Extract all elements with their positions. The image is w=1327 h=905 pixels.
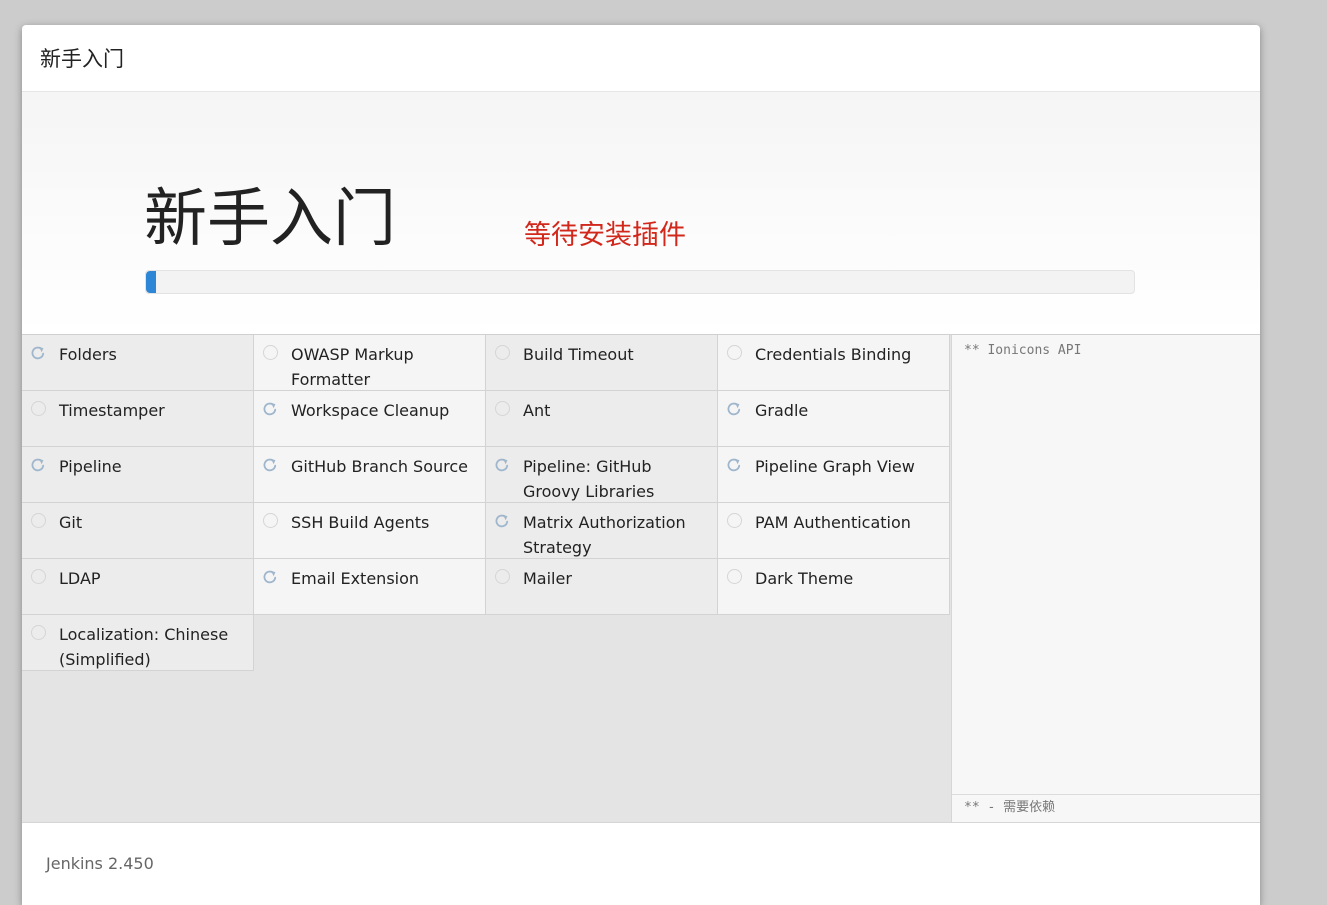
plugin-list: Folders OWASP Markup Formatter Build Timeo…	[22, 335, 951, 671]
dialog-footer: Jenkins 2.450	[22, 822, 1260, 905]
empty-circle-icon	[31, 513, 46, 528]
page-title: 新手入门	[144, 182, 396, 255]
plugin-item: Pipeline Graph View	[718, 447, 950, 503]
plugin-name: Git	[59, 513, 83, 532]
log-line: ** Ionicons API	[964, 343, 1082, 358]
plugin-item: OWASP Markup Formatter	[254, 335, 486, 391]
plugin-item: Workspace Cleanup	[254, 391, 486, 447]
refresh-icon	[495, 514, 509, 528]
plugin-name: LDAP	[59, 569, 101, 588]
empty-circle-icon	[31, 569, 46, 584]
empty-circle-icon	[727, 345, 742, 360]
plugin-name: Localization: Chinese (Simplified)	[59, 625, 229, 669]
plugin-name: OWASP Markup Formatter	[291, 345, 414, 389]
empty-circle-icon	[495, 401, 510, 416]
plugin-name: Dark Theme	[755, 569, 854, 588]
plugin-name: Pipeline Graph View	[755, 457, 915, 476]
empty-circle-icon	[727, 569, 742, 584]
install-log-panel[interactable]: ** Ionicons API ** - 需要依赖	[951, 335, 1260, 822]
install-status-text: 等待安装插件	[524, 220, 686, 251]
plugin-item: SSH Build Agents	[254, 503, 486, 559]
refresh-icon	[31, 346, 45, 360]
plugin-item: GitHub Branch Source	[254, 447, 486, 503]
refresh-icon	[727, 458, 741, 472]
plugin-item: Ant	[486, 391, 718, 447]
jenkins-version: Jenkins 2.450	[46, 854, 154, 873]
install-progress-panel: 新手入门 等待安装插件	[22, 92, 1260, 335]
install-progress-fill	[146, 271, 156, 293]
refresh-icon	[263, 570, 277, 584]
plugin-item: Localization: Chinese (Simplified)	[22, 615, 254, 671]
refresh-icon	[31, 458, 45, 472]
plugin-item: Pipeline: GitHub Groovy Libraries	[486, 447, 718, 503]
plugin-item: Folders	[22, 335, 254, 391]
refresh-icon	[727, 402, 741, 416]
plugin-name: PAM Authentication	[755, 513, 911, 532]
plugin-item: Credentials Binding	[718, 335, 950, 391]
plugin-name: Pipeline	[59, 457, 122, 476]
refresh-icon	[263, 458, 277, 472]
empty-circle-icon	[263, 513, 278, 528]
empty-circle-icon	[727, 513, 742, 528]
empty-circle-icon	[263, 345, 278, 360]
empty-circle-icon	[495, 569, 510, 584]
plugin-item: Dark Theme	[718, 559, 950, 615]
plugin-item: PAM Authentication	[718, 503, 950, 559]
plugin-name: Gradle	[755, 401, 809, 420]
plugin-name: Timestamper	[59, 401, 165, 420]
plugin-name: Ant	[523, 401, 551, 420]
empty-circle-icon	[31, 625, 46, 640]
plugin-name: Matrix Authorization Strategy	[523, 513, 686, 557]
dialog-header: 新手入门	[22, 25, 1260, 92]
plugin-name: GitHub Branch Source	[291, 457, 469, 476]
setup-wizard-dialog: 新手入门 新手入门 等待安装插件 Folders OWASP Markup For…	[22, 25, 1260, 905]
plugin-install-area: Folders OWASP Markup Formatter Build Timeo…	[22, 335, 1260, 822]
plugin-item: Gradle	[718, 391, 950, 447]
plugin-item: LDAP	[22, 559, 254, 615]
plugin-name: Folders	[59, 345, 117, 364]
plugin-item: Timestamper	[22, 391, 254, 447]
plugin-name: Mailer	[523, 569, 572, 588]
install-progress-bar	[145, 270, 1135, 294]
log-legend: ** - 需要依赖	[952, 794, 1260, 822]
plugin-name: Pipeline: GitHub Groovy Libraries	[523, 457, 655, 501]
plugin-name: Build Timeout	[523, 345, 634, 364]
plugin-name: Workspace Cleanup	[291, 401, 450, 420]
dialog-title: 新手入门	[40, 47, 124, 71]
plugin-item: Build Timeout	[486, 335, 718, 391]
plugin-name: SSH Build Agents	[291, 513, 430, 532]
plugin-item: Matrix Authorization Strategy	[486, 503, 718, 559]
plugin-item: Git	[22, 503, 254, 559]
refresh-icon	[263, 402, 277, 416]
plugin-item: Email Extension	[254, 559, 486, 615]
plugin-name: Credentials Binding	[755, 345, 912, 364]
refresh-icon	[495, 458, 509, 472]
plugin-item: Mailer	[486, 559, 718, 615]
empty-circle-icon	[31, 401, 46, 416]
plugin-item: Pipeline	[22, 447, 254, 503]
empty-circle-icon	[495, 345, 510, 360]
plugin-name: Email Extension	[291, 569, 420, 588]
